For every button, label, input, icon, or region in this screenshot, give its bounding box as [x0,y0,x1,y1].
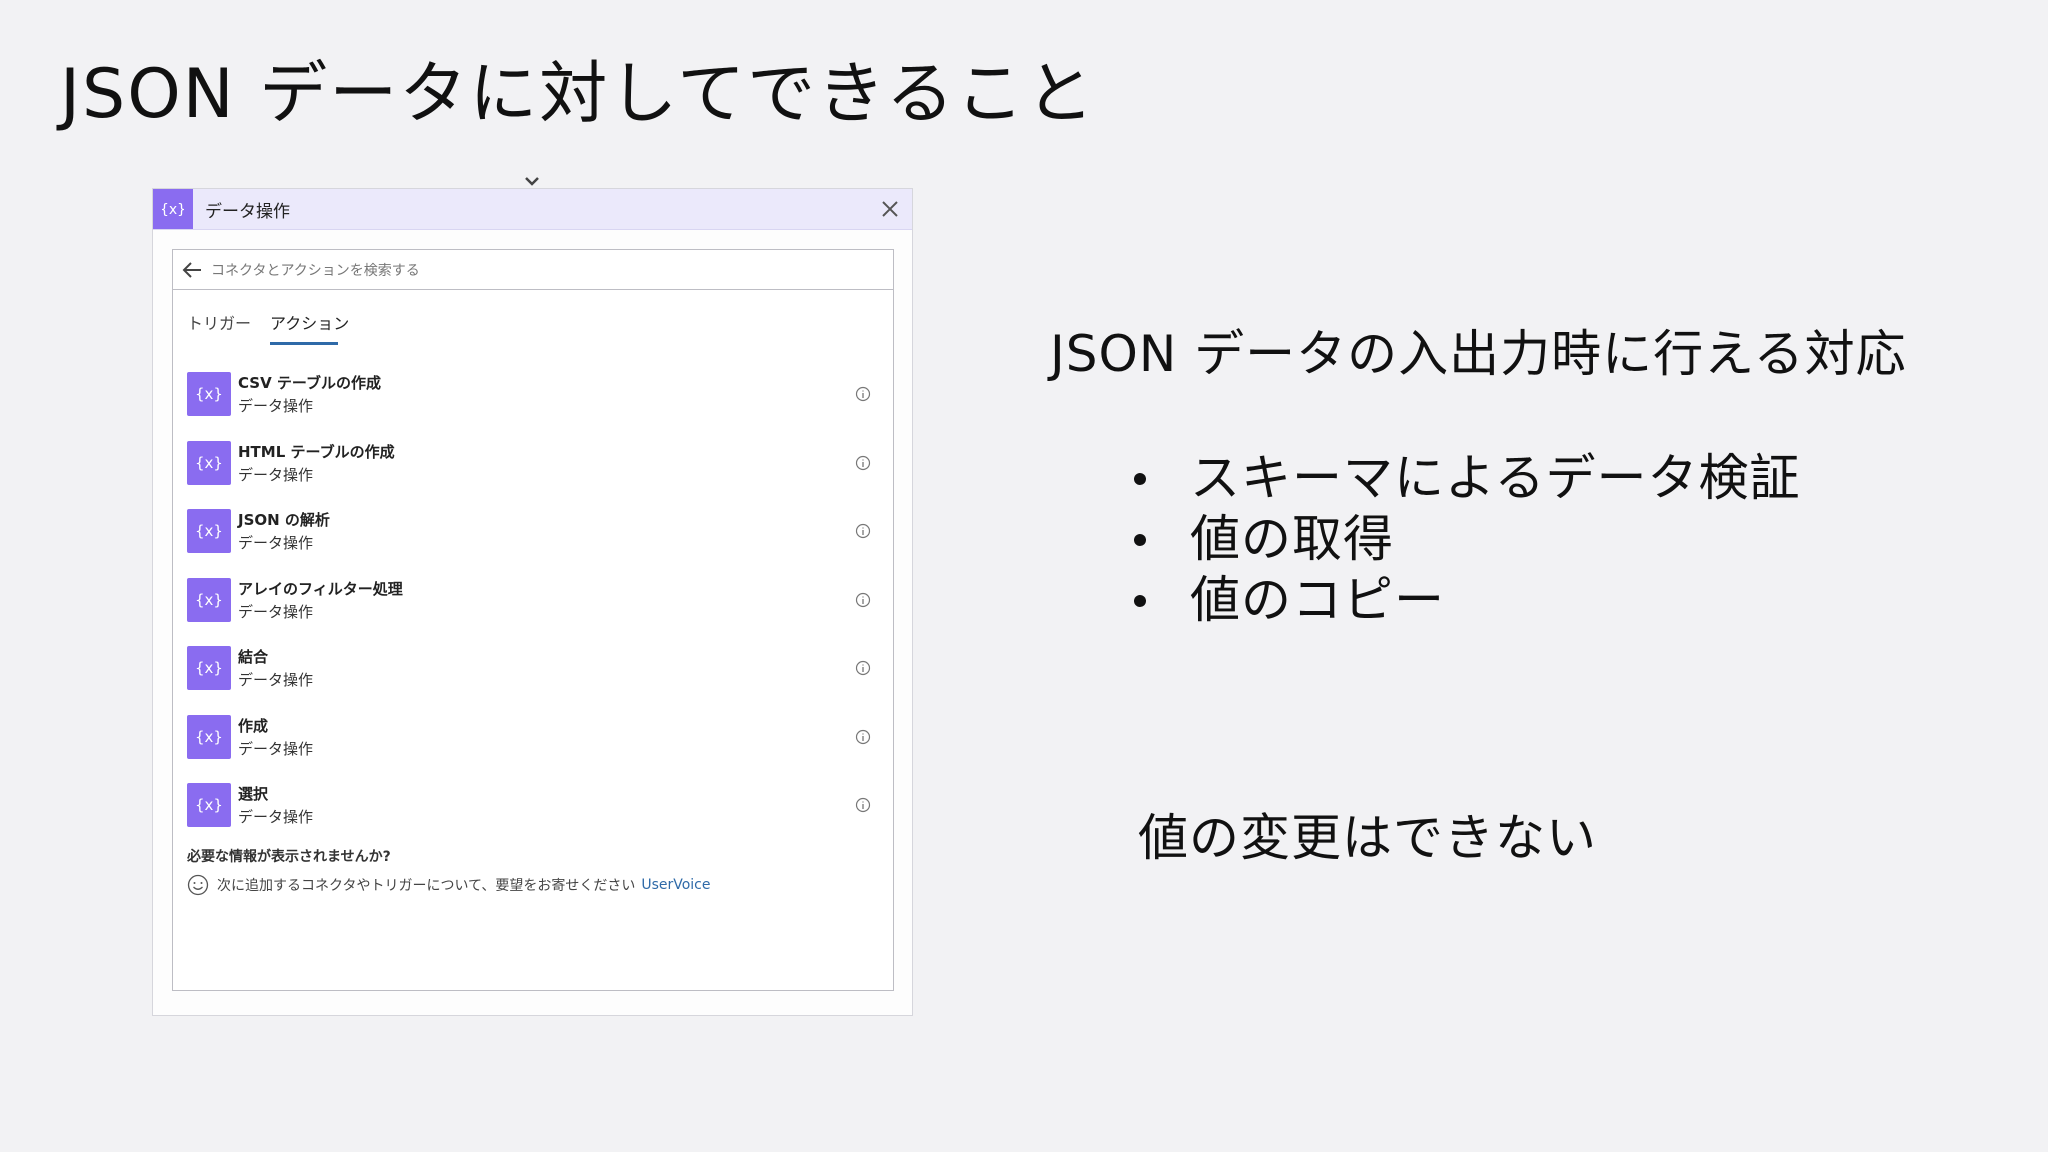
action-name: 作成 [238,716,269,735]
action-connector: データ操作 [238,739,314,758]
action-connector: データ操作 [238,602,314,621]
bullet-text: 値の取得 [1190,510,1394,568]
variable-icon: {x} [187,509,231,553]
action-connector: データ操作 [238,465,314,484]
action-name: CSV テーブルの作成 [238,374,382,392]
action-name: HTML テーブルの作成 [238,442,395,461]
action-name: 選択 [238,785,269,803]
action-name: アレイのフィルター処理 [238,579,403,598]
svg-text:{x}: {x} [196,454,222,472]
svg-text:{x}: {x} [196,522,222,540]
svg-text:{x}: {x} [162,202,184,218]
action-list: {x} CSV テーブルの作成 データ操作 {x} HTML テーブルの作成 デ… [187,368,887,848]
action-item[interactable]: {x} JSON の解析 データ操作 [187,505,887,574]
variable-icon: {x} [187,440,231,485]
search-input[interactable] [209,256,853,286]
slide-title: JSON データに対してできること [60,55,1096,134]
svg-text:{x}: {x} [196,728,222,746]
panel-body: トリガー アクション {x} CSV テーブルの作成 データ操作 {x} HTM… [172,249,894,991]
svg-text:{x}: {x} [196,385,222,403]
action-item[interactable]: {x} 選択 データ操作 [187,779,887,848]
bullet-item: 値のコピー [1130,570,1801,631]
variable-icon: {x} [187,646,231,690]
help-text: 次に追加するコネクタやトリガーについて、要望をお寄せください [217,878,636,894]
right-heading: JSON データの入出力時に行える対応 [1050,325,1907,383]
uservoice-link[interactable]: UserVoice [641,877,710,893]
svg-text:{x}: {x} [196,591,222,609]
info-icon[interactable] [855,729,871,745]
action-connector: データ操作 [238,534,314,552]
search-bar [173,250,893,290]
action-name: JSON の解析 [238,511,330,529]
info-icon[interactable] [855,592,871,608]
panel-header: {x} データ操作 [153,189,912,230]
action-item[interactable]: {x} HTML テーブルの作成 データ操作 [187,437,887,506]
action-item[interactable]: {x} 作成 データ操作 [187,711,887,780]
variable-icon: {x} [187,577,231,622]
help-line: 次に追加するコネクタやトリガーについて、要望をお寄せください UserVoice [187,874,711,896]
bullet-list: スキーマによるデータ検証 値の取得 値のコピー [1130,448,1801,631]
bullet-text: 値のコピー [1190,571,1445,629]
info-icon[interactable] [855,455,871,471]
info-icon[interactable] [855,523,871,539]
variable-icon: {x} [187,783,231,827]
bullet-dot [1134,473,1146,485]
panel-title: データ操作 [205,202,290,222]
bullet-dot [1134,534,1146,546]
svg-text:{x}: {x} [196,796,222,814]
data-operations-panel: {x} データ操作 トリガー アクション {x} CSV テーブルの作成 データ… [152,188,913,1016]
close-icon[interactable] [878,197,902,221]
tab-triggers[interactable]: トリガー [187,310,251,334]
smile-icon [187,874,209,896]
variable-icon: {x} [187,714,231,759]
action-name: 結合 [238,648,269,666]
bullet-dot [1134,595,1146,607]
variable-icon: {x} [187,372,231,416]
action-connector: データ操作 [238,671,314,689]
bullet-text: スキーマによるデータ検証 [1190,449,1801,507]
svg-text:{x}: {x} [196,659,222,677]
tab-actions[interactable]: アクション [270,310,349,334]
info-icon[interactable] [855,797,871,813]
bullet-item: スキーマによるデータ検証 [1130,448,1801,509]
action-connector: データ操作 [238,808,314,826]
action-item[interactable]: {x} アレイのフィルター処理 データ操作 [187,574,887,643]
back-arrow-icon[interactable] [181,260,203,280]
action-connector: データ操作 [238,397,314,415]
note-text: 値の変更はできない [1138,809,1597,867]
active-tab-indicator [270,342,338,345]
info-icon[interactable] [855,386,871,402]
bullet-item: 値の取得 [1130,509,1801,570]
action-item[interactable]: {x} CSV テーブルの作成 データ操作 [187,368,887,437]
help-question: 必要な情報が表示されませんか? [187,849,391,865]
chevron-down-icon [525,177,539,186]
variable-icon: {x} [153,189,193,229]
action-item[interactable]: {x} 結合 データ操作 [187,642,887,711]
info-icon[interactable] [855,660,871,676]
